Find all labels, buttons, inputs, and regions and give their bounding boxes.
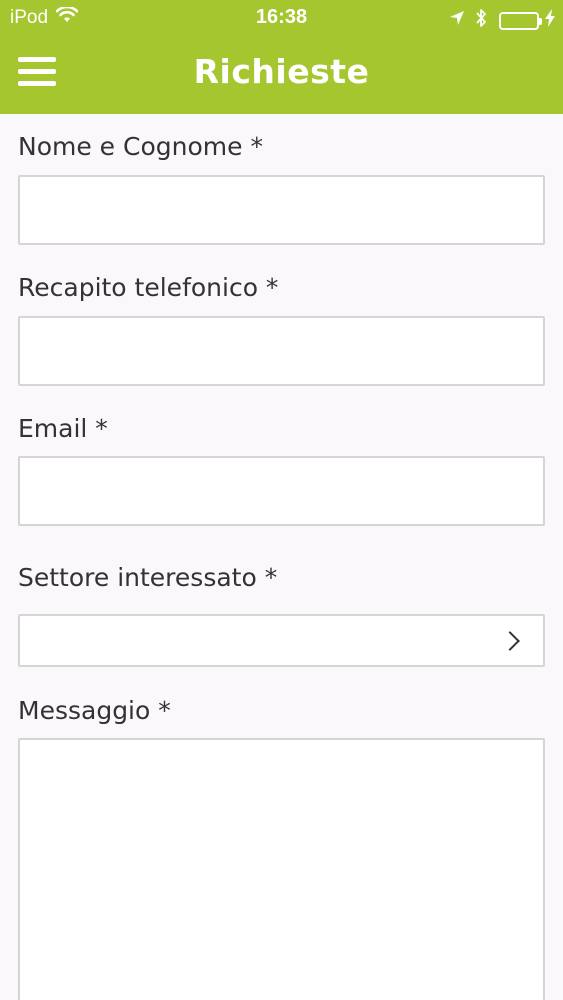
charging-bolt-icon [545,9,555,32]
nav-bar: Richieste [0,36,563,114]
sector-label: Settore interessato * [18,563,278,592]
battery-icon [499,11,542,30]
message-textarea[interactable] [18,738,545,1000]
phone-input[interactable] [18,316,545,386]
name-label: Nome e Cognome * [18,132,263,161]
email-label: Email * [18,414,108,443]
location-arrow-icon [449,10,465,31]
message-label: Messaggio * [18,696,171,725]
status-right [449,8,555,33]
status-bar: iPod 16:38 [0,0,563,36]
sector-select[interactable] [18,614,545,667]
page-title: Richieste [193,52,370,91]
name-input[interactable] [18,175,545,245]
phone-label: Recapito telefonico * [18,273,279,302]
chevron-right-icon [500,630,520,651]
bluetooth-icon [475,8,487,33]
email-input[interactable] [18,456,545,526]
